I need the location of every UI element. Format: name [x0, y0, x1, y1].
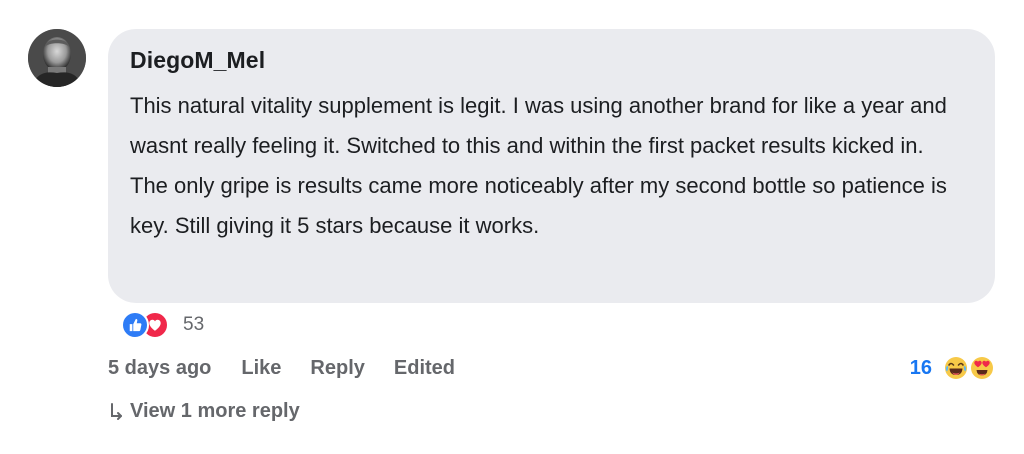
laughing-emoji-icon	[945, 357, 967, 379]
view-more-replies-label: View 1 more reply	[130, 399, 300, 422]
comment-bubble: DiegoM_Mel This natural vitality supplem…	[108, 29, 995, 303]
reply-button[interactable]: Reply	[310, 357, 364, 380]
heart-eyes-emoji-icon	[971, 357, 993, 379]
reply-arrow-icon	[111, 403, 122, 420]
reply-reaction-summary[interactable]: 16	[910, 354, 994, 382]
user-photo-avatar	[28, 29, 86, 87]
reaction-count[interactable]: 53	[183, 314, 204, 336]
like-button[interactable]: Like	[241, 357, 281, 380]
edited-label[interactable]: Edited	[394, 357, 455, 380]
avatar[interactable]	[28, 29, 86, 87]
thumbs-up-icon	[121, 311, 149, 339]
comment-author-name[interactable]: DiegoM_Mel	[130, 45, 971, 75]
view-more-replies-link[interactable]: View 1 more reply	[108, 397, 300, 425]
comment-text: This natural vitality supplement is legi…	[130, 93, 947, 238]
comment-timestamp[interactable]: 5 days ago	[108, 357, 211, 380]
reaction-summary[interactable]: 53	[121, 311, 204, 339]
comment-actions: 5 days ago Like Reply Edited	[108, 354, 455, 382]
reply-reaction-count[interactable]: 16	[910, 357, 932, 380]
